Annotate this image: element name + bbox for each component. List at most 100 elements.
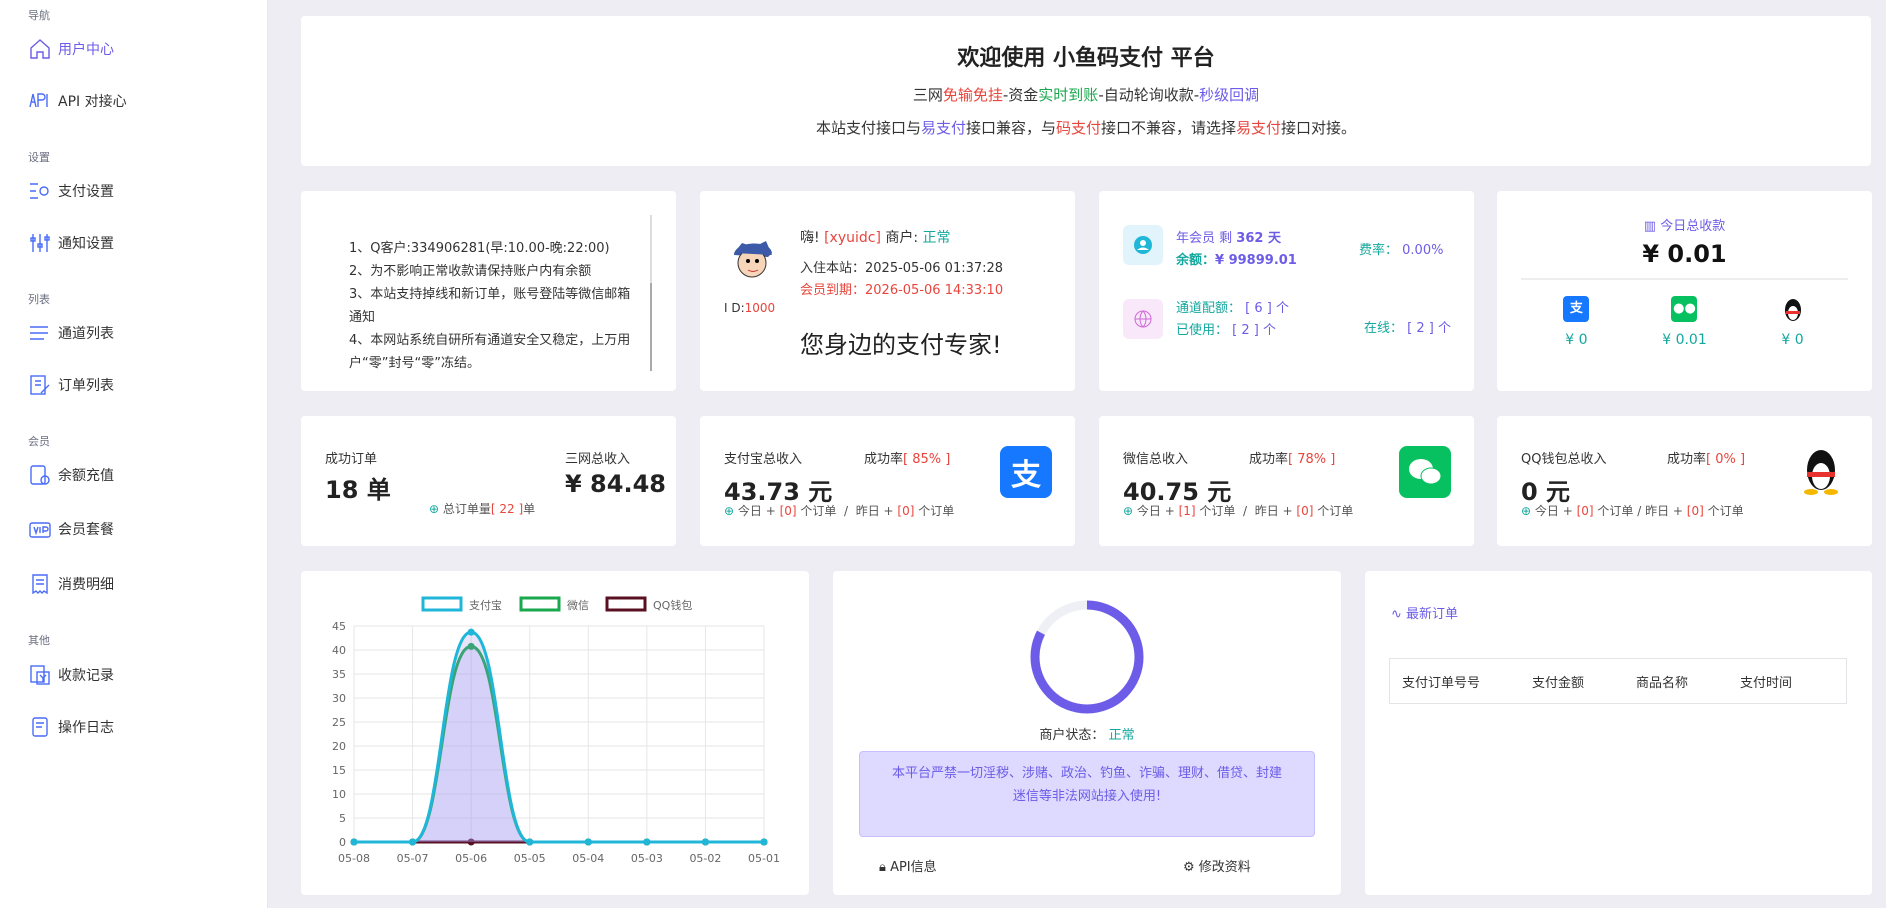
y-tick-label: 35 <box>332 668 346 681</box>
qq-icon <box>1801 448 1841 500</box>
sidebar-item-notify-settings[interactable]: 通知设置 <box>28 231 114 255</box>
user-greeting: 嗨! [xyuidc] 商户: 正常 <box>800 230 951 246</box>
x-tick-label: 05-07 <box>397 852 429 865</box>
sidebar-item-recharge[interactable]: 余额充值 <box>28 463 114 487</box>
col-amount: 支付金额 <box>1532 675 1585 691</box>
series-line <box>353 630 764 844</box>
sidebar-item-op-log[interactable]: 操作日志 <box>28 715 114 739</box>
series-line <box>353 644 764 844</box>
log-icon <box>32 717 48 737</box>
expire-date: 会员到期：2026-05-06 14:33:10 <box>800 283 1004 298</box>
y-tick-label: 0 <box>339 836 346 849</box>
alipay-icon: 支 <box>1000 446 1052 498</box>
balance: 余额：¥ 99899.01 <box>1176 253 1297 268</box>
orders-table-header: 支付订单号号 支付金额 商品名称 支付时间 <box>1389 658 1847 704</box>
wechat-stat-card: 微信总收入 成功率[ 78% ] 40.75 元 ⊕ 今日 + [1] 个订单 … <box>1099 416 1474 546</box>
y-tick-label: 5 <box>339 812 346 825</box>
welcome-note: 本站支付接口与易支付接口兼容，与码支付接口不兼容，请选择易支付接口对接。 <box>815 119 1357 137</box>
legend-swatch <box>519 596 561 612</box>
api-info-link[interactable]: 🔒︎ API信息 <box>879 856 937 875</box>
notice-scrollbar[interactable] <box>650 215 652 371</box>
x-tick-label: 05-04 <box>572 852 604 865</box>
legend-label: 微信 <box>567 598 589 612</box>
edit-profile-link[interactable]: ⚙ 修改资料 <box>1183 856 1251 875</box>
bar-chart-icon: ▥ <box>1643 219 1657 234</box>
today-card: ▥ 今日总收款 ¥ 0.01 支 ¥ 0 ●● ¥ 0.01 ¥ 0 <box>1497 191 1872 391</box>
sidebar-item-user-center[interactable]: 用户中心 <box>28 37 114 61</box>
user-circle-icon <box>1123 225 1163 265</box>
y-tick-label: 15 <box>332 764 346 777</box>
status-ring <box>1030 600 1144 714</box>
sidebar-item-vip-plan[interactable]: 会员套餐 <box>28 517 114 541</box>
data-point <box>409 838 417 846</box>
col-time: 支付时间 <box>1740 675 1793 691</box>
notice-card: 1、Q客户:334906281(早:10.00-晚:22:00) 2、为不影响正常… <box>301 191 676 391</box>
home-icon <box>30 39 50 59</box>
vip-days: 年会员 剩 362 天 <box>1176 231 1281 246</box>
globe-icon <box>1123 299 1163 339</box>
alipay-stat-card: 支付宝总收入 成功率[ 85% ] 43.73 元 ⊕ 今日 + [0] 个订单… <box>700 416 1075 546</box>
data-point <box>350 838 358 846</box>
data-point <box>643 838 651 846</box>
today-alipay: ¥ 0 <box>1565 332 1588 348</box>
legend-label: 支付宝 <box>469 598 502 612</box>
user-id: I D:1000 <box>724 301 776 315</box>
pay-settings-icon <box>30 183 49 199</box>
gear-icon: ⚙ <box>1183 860 1195 875</box>
other-section-label: 其他 <box>28 634 50 647</box>
qq-icon <box>1780 296 1806 322</box>
nav-section-label: 导航 <box>28 9 50 22</box>
join-date: 入住本站：2025-05-06 01:37:28 <box>800 261 1004 276</box>
y-tick-label: 40 <box>332 644 346 657</box>
data-point <box>701 838 709 846</box>
latest-orders-title: ∿ 最新订单 <box>1391 607 1459 622</box>
welcome-card: 欢迎使用 小鱼码支付 平台 三网免输免挂-资金实时到账-自动轮询收款-秒级回调 … <box>301 16 1871 166</box>
total-income: ¥ 84.48 <box>565 470 666 498</box>
line-chart: 0 5 10 15 20 25 30 35 40 45 05-08 05-07 05-06 05-05 05… <box>332 596 780 865</box>
x-tick-label: 05-01 <box>748 852 780 865</box>
alipay-icon: 支 <box>1563 296 1590 322</box>
lock-icon: 🔒︎ <box>879 860 886 875</box>
legend-label: QQ钱包 <box>653 598 692 612</box>
x-tick-label: 05-05 <box>514 852 546 865</box>
data-point <box>526 838 534 846</box>
sidebar-item-consume[interactable]: 消费明细 <box>28 572 114 596</box>
activity-icon: ∿ <box>1391 607 1402 622</box>
total-orders: ⊕ 总订单量[ 22 ]单 <box>429 502 536 516</box>
sidebar: 导航 用户中心 API 对接心 设置 支付设置 通知设置 列表 通道列表 订单列… <box>0 0 268 908</box>
sidebar-item-order-list[interactable]: 订单列表 <box>28 373 114 397</box>
sidebar-item-pay-settings[interactable]: 支付设置 <box>28 179 114 203</box>
y-tick-label: 20 <box>332 740 346 753</box>
settings-section-label: 设置 <box>28 151 50 164</box>
sidebar-item-receipt-records[interactable]: 收款记录 <box>28 663 114 687</box>
x-tick-label: 05-06 <box>455 852 487 865</box>
x-tick-label: 05-02 <box>689 852 721 865</box>
legend-swatch <box>421 596 463 612</box>
sidebar-item-channel-list[interactable]: 通道列表 <box>28 321 114 345</box>
online-count: 在线： [ 2 ] 个 <box>1364 321 1451 336</box>
wallet-icon <box>30 465 50 485</box>
data-point <box>760 838 768 846</box>
x-tick-label: 05-08 <box>338 852 370 865</box>
today-qq: ¥ 0 <box>1781 332 1804 348</box>
channel-quota: 通道配额： [ 6 ] 个 <box>1176 301 1289 316</box>
x-tick-label: 05-03 <box>631 852 663 865</box>
page-title: 欢迎使用 小鱼码支付 平台 <box>957 46 1215 71</box>
series-area <box>354 632 764 842</box>
member-section-label: 会员 <box>28 435 50 448</box>
yen-doc-icon <box>30 665 50 685</box>
channel-used: 已使用： [ 2 ] 个 <box>1176 323 1276 338</box>
avatar <box>728 233 776 281</box>
merchant-status: 商户状态： 正常 <box>1039 728 1135 743</box>
list-section-label: 列表 <box>28 293 50 306</box>
today-title: ▥ 今日总收款 <box>1643 219 1726 234</box>
today-wechat: ¥ 0.01 <box>1662 332 1707 348</box>
sidebar-item-api[interactable]: API 对接心 <box>28 89 127 113</box>
latest-orders-card: ∿ 最新订单 支付订单号号 支付金额 商品名称 支付时间 <box>1365 571 1872 895</box>
series-area <box>354 646 764 842</box>
legend-swatch <box>605 596 647 612</box>
list-icon <box>30 326 48 340</box>
wechat-icon <box>1399 446 1451 498</box>
fee-rate: 费率： 0.00% <box>1359 243 1444 258</box>
receipt-icon <box>32 574 48 595</box>
